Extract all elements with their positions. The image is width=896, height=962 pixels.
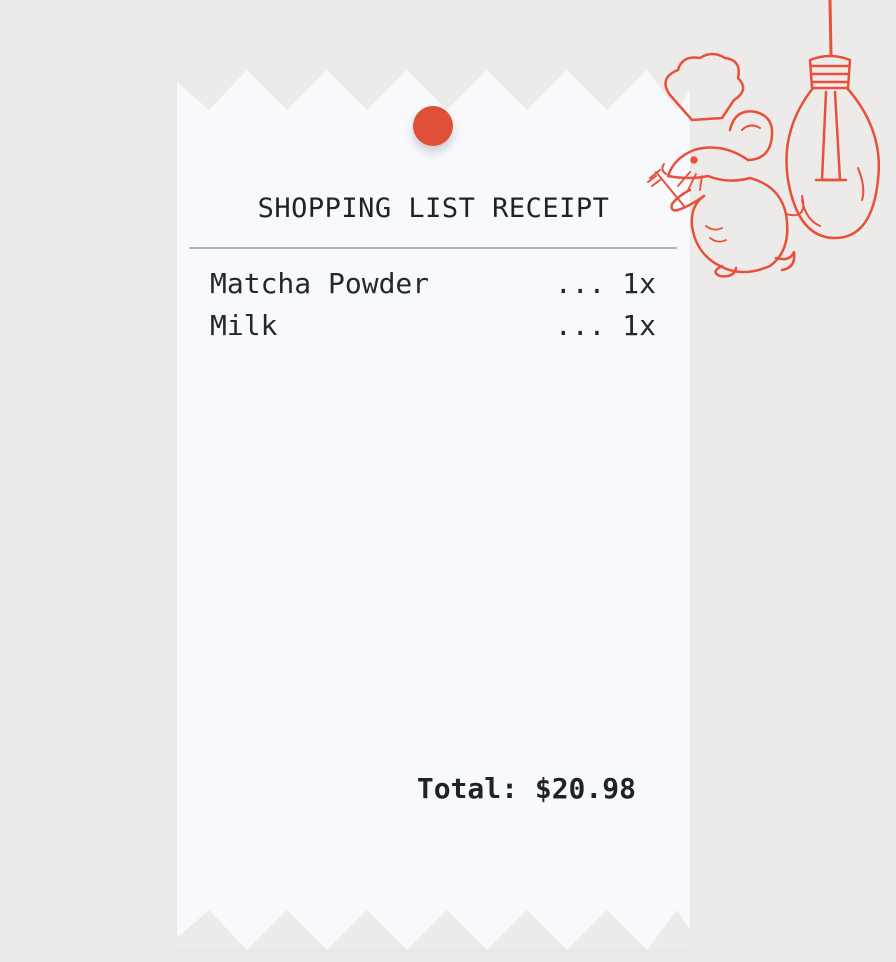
pin-icon — [413, 106, 453, 146]
item-quantity: ... 1x — [554, 309, 656, 342]
list-item: Matcha Powder ... 1x — [210, 263, 656, 305]
list-item: Milk ... 1x — [210, 305, 656, 347]
item-name: Milk — [210, 309, 278, 342]
item-name: Matcha Powder — [210, 267, 430, 300]
receipt-top-torn-edge — [177, 70, 690, 110]
receipt-bottom-torn-edge — [177, 910, 690, 950]
receipt-total: Total: $20.98 — [416, 772, 636, 805]
receipt-divider — [189, 247, 677, 249]
receipt-title: SHOPPING LIST RECEIPT — [257, 193, 610, 224]
receipt-item-list: Matcha Powder ... 1x Milk ... 1x — [210, 263, 656, 347]
chef-mouse-lightbulb-illustration — [647, 0, 881, 278]
